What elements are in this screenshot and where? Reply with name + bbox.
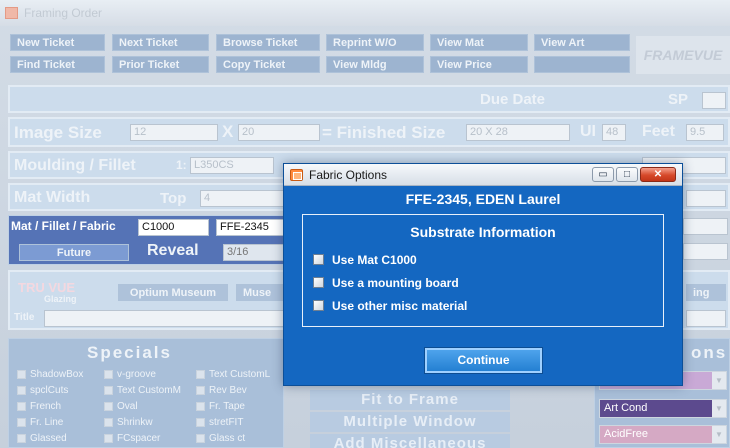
new-ticket-button[interactable]: New Ticket — [10, 34, 105, 51]
title-right-field[interactable] — [686, 310, 726, 327]
next-ticket-button[interactable]: Next Ticket — [112, 34, 209, 51]
view-mat-button[interactable]: View Mat — [430, 34, 528, 51]
prior-ticket-button[interactable]: Prior Ticket — [112, 56, 209, 73]
fabric-code-field[interactable]: FFE-2345 — [216, 219, 284, 236]
mat-fabric-block: Mat / Fillet / Fabric C1000 FFE-2345 Fut… — [8, 215, 285, 265]
title-label: Title — [14, 312, 35, 323]
mat-code-field[interactable]: C1000 — [138, 219, 209, 236]
special-shrinkw[interactable]: Shrinkw — [104, 417, 153, 428]
maximize-icon: □ — [623, 169, 631, 180]
use-misc-material-checkbox[interactable] — [313, 300, 324, 311]
dialog-title: Fabric Options — [309, 168, 388, 182]
finished-size-label: = Finished Size — [322, 123, 446, 142]
multiple-window-button[interactable]: Multiple Window — [310, 412, 510, 432]
matting-button[interactable]: ing — [686, 284, 726, 301]
optium-museum-button[interactable]: Optium Museum — [118, 284, 228, 301]
substrate-title: Substrate Information — [410, 224, 556, 240]
image-size-label: Image Size — [14, 123, 102, 142]
special-stretfit[interactable]: stretFIT — [196, 417, 243, 428]
mat-width-label: Mat Width — [14, 189, 91, 206]
image-size-band: Image Size 12 X 20 = Finished Size 20 X … — [8, 117, 730, 147]
acid-free-select[interactable]: AcidFree ▼ — [599, 425, 727, 444]
maximize-button[interactable]: □ — [616, 167, 638, 182]
moulding-field[interactable]: L350CS — [190, 157, 274, 174]
truvue-logo: TRU VUE — [18, 280, 76, 295]
feet-label: Feet — [642, 123, 675, 140]
nav-toolbar: New Ticket Next Ticket Browse Ticket Rep… — [10, 34, 730, 78]
use-mat-label: Use Mat C1000 — [332, 253, 417, 267]
find-ticket-button[interactable]: Find Ticket — [10, 56, 105, 73]
due-date-band: Due Date SP — [8, 85, 730, 113]
special-fcspacer[interactable]: FCspacer — [104, 433, 160, 444]
special-text-customm[interactable]: Text CustomM — [104, 385, 181, 396]
framevue-logo: FRAMEVUE — [636, 36, 730, 74]
view-mldg-button[interactable]: View Mldg — [326, 56, 424, 73]
special-fr-tape[interactable]: Fr. Tape — [196, 401, 245, 412]
fabric-options-dialog: Fabric Options ▭ □ ✕ FFE-2345, EDEN Laur… — [283, 163, 683, 386]
future-button[interactable]: Future — [19, 244, 129, 261]
due-date-label: Due Date — [480, 91, 546, 108]
copy-ticket-button[interactable]: Copy Ticket — [216, 56, 320, 73]
special-glass-ct[interactable]: Glass ct — [196, 433, 245, 444]
specials-panel: Specials ShadowBox spclCuts French Fr. L… — [8, 338, 284, 448]
ui-label: UI — [580, 123, 596, 140]
special-spclcuts[interactable]: spclCuts — [17, 385, 68, 396]
sp-field[interactable] — [702, 92, 726, 109]
reprint-wo-button[interactable]: Reprint W/O — [326, 34, 424, 51]
mat-right-field-1[interactable] — [683, 218, 728, 235]
image-height-field[interactable]: 20 — [238, 124, 320, 141]
ui-field[interactable]: 48 — [602, 124, 626, 141]
use-misc-material-label: Use other misc material — [332, 299, 468, 313]
feet-field[interactable]: 9.5 — [686, 124, 724, 141]
sp-label: SP — [668, 91, 689, 108]
minimize-icon: ▭ — [598, 169, 608, 180]
special-fr-line[interactable]: Fr. Line — [17, 417, 63, 428]
art-cond-select[interactable]: Art Cond ▼ — [599, 399, 727, 418]
app-titlebar: Framing Order — [0, 0, 730, 26]
image-width-field[interactable]: 12 — [130, 124, 218, 141]
fabric-heading: FFE-2345, EDEN Laurel — [405, 191, 561, 207]
fit-to-frame-button[interactable]: Fit to Frame — [310, 390, 510, 410]
glazing-label: Glazing — [44, 294, 77, 304]
mat-width-right-field[interactable] — [686, 190, 726, 207]
continue-button[interactable]: Continue — [424, 347, 543, 374]
special-text-customl[interactable]: Text CustomL — [196, 369, 270, 380]
special-glassed[interactable]: Glassed — [17, 433, 67, 444]
substrate-group: Substrate Information Use Mat C1000 Use … — [302, 214, 664, 327]
special-shadowbox[interactable]: ShadowBox — [17, 369, 83, 380]
add-misc-button[interactable]: Add Miscellaneous — [310, 434, 510, 448]
mat-right-field-2[interactable] — [683, 243, 728, 260]
mat-fillet-fabric-label: Mat / Fillet / Fabric — [11, 219, 116, 233]
close-button[interactable]: ✕ — [640, 167, 676, 182]
use-mounting-board-checkbox[interactable] — [313, 277, 324, 288]
museum-button[interactable]: Muse — [236, 284, 284, 301]
special-v-groove[interactable]: v-groove — [104, 369, 156, 380]
top-label: Top — [160, 190, 187, 207]
close-icon: ✕ — [653, 169, 663, 180]
dialog-titlebar[interactable]: Fabric Options ▭ □ ✕ — [284, 164, 682, 186]
options-label: ons — [691, 343, 728, 362]
moulding-index: 1: — [176, 158, 187, 172]
blank-nav-button[interactable] — [534, 56, 630, 73]
view-price-button[interactable]: View Price — [430, 56, 528, 73]
app-title: Framing Order — [24, 6, 103, 20]
moulding-label: Moulding / Fillet — [14, 157, 136, 174]
view-art-button[interactable]: View Art — [534, 34, 630, 51]
special-rev-bev[interactable]: Rev Bev — [196, 385, 247, 396]
app-icon — [5, 7, 18, 19]
minimize-button[interactable]: ▭ — [592, 167, 614, 182]
use-mat-checkbox[interactable] — [313, 254, 324, 265]
special-oval[interactable]: Oval — [104, 401, 138, 412]
finished-size-field[interactable]: 20 X 28 — [466, 124, 570, 141]
x-label: X — [222, 122, 234, 141]
reveal-label: Reveal — [147, 242, 199, 259]
reveal-field[interactable]: 3/16 — [223, 244, 285, 261]
browse-ticket-button[interactable]: Browse Ticket — [216, 34, 320, 51]
top-field[interactable]: 4 — [200, 190, 288, 207]
special-french[interactable]: French — [17, 401, 61, 412]
specials-label: Specials — [87, 343, 172, 362]
use-mounting-board-label: Use a mounting board — [332, 276, 459, 290]
title-field[interactable] — [44, 310, 288, 327]
dialog-app-icon — [290, 169, 303, 181]
